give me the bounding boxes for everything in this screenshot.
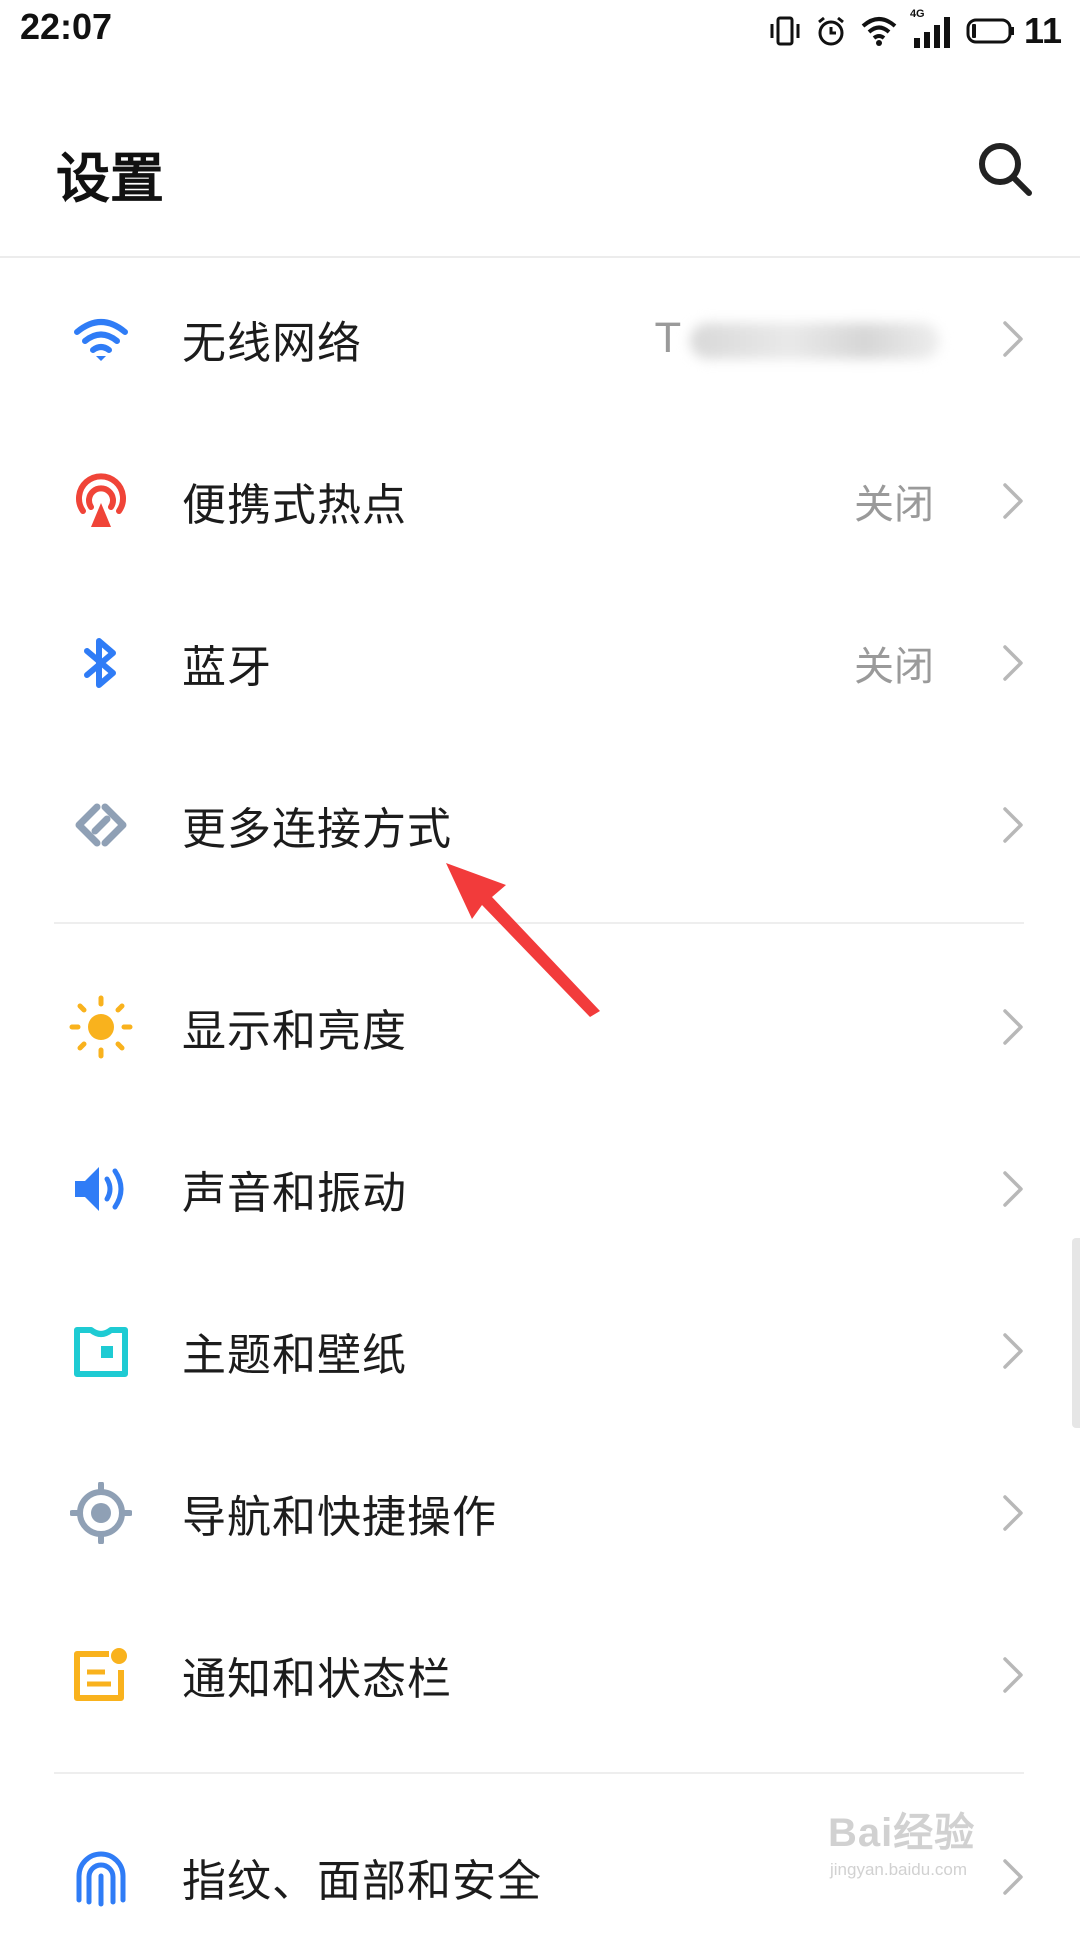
settings-item-wifi[interactable]: 无线网络 T [0, 258, 1080, 420]
section-divider [54, 1772, 1024, 1774]
fingerprint-icon [68, 1844, 134, 1910]
settings-item-label: 主题和壁纸 [182, 1330, 407, 1381]
hotspot-icon [68, 468, 134, 534]
settings-item-label: 通知和状态栏 [182, 1654, 452, 1705]
chevron-right-icon [998, 641, 1028, 685]
settings-item-label: 无线网络 [182, 318, 362, 369]
chevron-right-icon [998, 317, 1028, 361]
navigation-target-icon [68, 1480, 134, 1546]
wifi-network-name: T [656, 316, 940, 362]
chevron-right-icon [998, 1167, 1028, 1211]
status-icons: 4G 11 [768, 8, 1062, 54]
network-badge: 4G [909, 8, 925, 20]
speaker-icon [68, 1156, 134, 1222]
status-time: 22:07 [20, 6, 113, 47]
page-title: 设置 [56, 147, 164, 210]
sun-icon [68, 994, 134, 1060]
settings-item-label: 导航和快捷操作 [182, 1492, 497, 1543]
vibrate-icon [768, 14, 802, 48]
battery-level: 11 [1023, 10, 1062, 51]
settings-item-navigation[interactable]: 导航和快捷操作 [0, 1432, 1080, 1594]
settings-item-label: 声音和振动 [182, 1168, 407, 1219]
settings-item-sound[interactable]: 声音和振动 [0, 1108, 1080, 1270]
chevron-right-icon [998, 1005, 1028, 1049]
battery-icon [966, 16, 1016, 46]
settings-item-notifications[interactable]: 通知和状态栏 [0, 1594, 1080, 1756]
settings-item-status: 关闭 [854, 482, 934, 528]
chevron-right-icon [998, 1329, 1028, 1373]
settings-item-label: 显示和亮度 [182, 1006, 407, 1057]
annotation-arrow-icon [440, 855, 610, 1020]
wifi-icon [860, 14, 898, 48]
chevron-right-icon [998, 803, 1028, 847]
settings-item-status: 关闭 [854, 644, 934, 690]
watermark-url: jingyan.baidu.com [830, 1860, 968, 1879]
scrollbar[interactable] [1072, 1238, 1080, 1428]
settings-item-bluetooth[interactable]: 蓝牙 关闭 [0, 582, 1080, 744]
watermark-brand: Bai经验 [828, 1811, 976, 1855]
theme-shirt-icon [68, 1318, 134, 1384]
status-bar: 22:07 4G 11 [0, 0, 1080, 62]
wifi-icon [68, 306, 134, 372]
chevron-right-icon [998, 1653, 1028, 1697]
settings-item-theme[interactable]: 主题和壁纸 [0, 1270, 1080, 1432]
link-icon [68, 792, 134, 858]
search-button[interactable] [970, 134, 1040, 204]
bluetooth-icon [68, 630, 134, 696]
alarm-icon [814, 14, 848, 48]
cellular-4g-icon: 4G [910, 8, 954, 50]
watermark: Bai经验 jingyan.baidu.com [828, 1800, 1038, 1910]
search-icon [979, 143, 1032, 196]
settings-item-hotspot[interactable]: 便携式热点 关闭 [0, 420, 1080, 582]
chevron-right-icon [998, 479, 1028, 523]
settings-item-label: 指纹、面部和安全 [182, 1856, 542, 1907]
settings-item-label: 更多连接方式 [182, 804, 452, 855]
chevron-right-icon [998, 1491, 1028, 1535]
settings-item-label: 蓝牙 [182, 642, 272, 693]
app-header: 设置 [0, 100, 1080, 256]
notification-icon [68, 1642, 134, 1708]
obscured-text [690, 323, 940, 359]
settings-item-label: 便携式热点 [182, 480, 407, 531]
